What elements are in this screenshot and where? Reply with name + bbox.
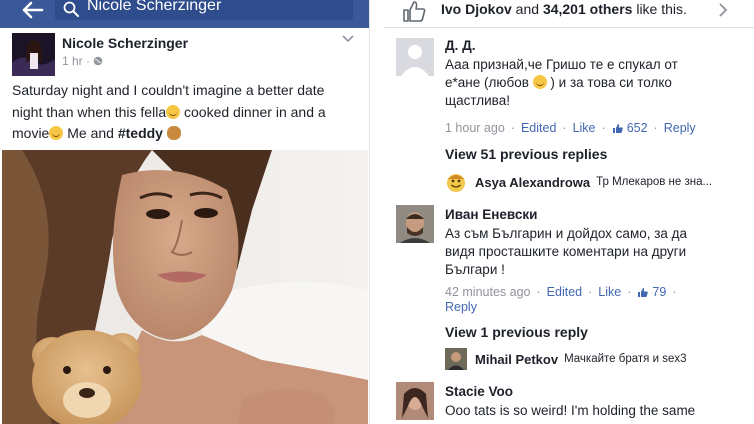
back-arrow-icon[interactable] bbox=[16, 1, 46, 23]
bear-emoji-icon bbox=[166, 126, 181, 140]
like-button[interactable]: Like bbox=[598, 285, 621, 299]
comment-text: Ааа признай,че Гришо те е спукал от е*ан… bbox=[445, 57, 678, 108]
comment-time: 1 hour ago bbox=[445, 121, 505, 135]
likes-summary[interactable]: Ivo Djokov and 34,201 others like this. bbox=[384, 0, 754, 28]
reply-text: Тр Млекаров не зна... bbox=[596, 176, 713, 188]
top-navigation-bar: Nicole Scherzinger bbox=[0, 0, 369, 28]
post-text-line: movie Me and #teddy bbox=[12, 123, 360, 145]
reply-author[interactable]: Asya Alexandrowa bbox=[475, 175, 590, 190]
comment-text: Ooo tats is so weird! I'm holding the sa… bbox=[445, 403, 696, 418]
reply-text: Мачкайте братя и sex3 bbox=[564, 353, 687, 365]
view-previous-replies[interactable]: View 1 previous reply bbox=[445, 324, 588, 340]
like-count[interactable]: 652 bbox=[627, 121, 648, 135]
like-thumb-icon bbox=[403, 1, 426, 22]
globe-icon bbox=[93, 56, 103, 66]
search-icon bbox=[63, 1, 79, 17]
avatar[interactable] bbox=[12, 33, 55, 76]
reply-author[interactable]: Mihail Petkov bbox=[475, 352, 558, 367]
post-author-name[interactable]: Nicole Scherzinger bbox=[62, 35, 188, 51]
post-body: Saturday night and I couldn't imagine a … bbox=[12, 80, 360, 145]
comment-actions: Reply bbox=[445, 300, 477, 314]
edited-link[interactable]: Edited bbox=[521, 121, 556, 135]
comment-actions: 42 minutes ago · Edited · Like · 79 · bbox=[445, 285, 677, 299]
comments-panel: Ivo Djokov and 34,201 others like this. … bbox=[384, 0, 754, 424]
hashtag-link[interactable]: #teddy bbox=[118, 125, 163, 141]
comment-actions: 1 hour ago · Edited · Like · 652 · Reply bbox=[445, 121, 696, 135]
like-button[interactable]: Like bbox=[573, 121, 596, 135]
post-photo[interactable] bbox=[2, 150, 368, 424]
search-input[interactable]: Nicole Scherzinger bbox=[55, 0, 353, 20]
reply-preview[interactable]: Asya Alexandrowa Тр Млекаров не зна... bbox=[445, 171, 712, 193]
comment-time: 42 minutes ago bbox=[445, 285, 531, 299]
comment-author[interactable]: Д. Д. bbox=[445, 38, 476, 53]
like-count[interactable]: 79 bbox=[652, 285, 666, 299]
smile-emoji-icon bbox=[166, 104, 181, 119]
post-text-line: Saturday night and I couldn't imagine a … bbox=[12, 82, 325, 98]
post-time: 1 hr · bbox=[62, 54, 91, 68]
like-count-icon bbox=[612, 123, 623, 133]
post-header: Nicole Scherzinger 1 hr · bbox=[0, 28, 369, 78]
smile-emoji-icon bbox=[532, 75, 547, 89]
post-timestamp: 1 hr · bbox=[62, 54, 103, 68]
edited-link[interactable]: Edited bbox=[547, 285, 582, 299]
chevron-right-icon[interactable] bbox=[718, 3, 728, 17]
reply-button[interactable]: Reply bbox=[664, 121, 696, 135]
avatar[interactable] bbox=[396, 38, 434, 76]
avatar bbox=[445, 348, 467, 370]
avatar[interactable] bbox=[396, 205, 434, 243]
smile-emoji-icon bbox=[49, 126, 64, 140]
reply-button[interactable]: Reply bbox=[445, 300, 477, 314]
comment-author[interactable]: Stacie Voo bbox=[445, 384, 513, 399]
avatar[interactable] bbox=[396, 382, 434, 420]
comment-author[interactable]: Иван Еневски bbox=[445, 207, 537, 222]
like-count-icon bbox=[638, 287, 649, 297]
avatar bbox=[445, 171, 467, 193]
chevron-down-icon[interactable] bbox=[342, 34, 354, 44]
post-text-line: night than when this fella cooked dinner… bbox=[12, 103, 326, 120]
post-panel: Nicole Scherzinger Nicole Scherzinger 1 … bbox=[0, 0, 370, 424]
likes-text: Ivo Djokov and 34,201 others like this. bbox=[441, 1, 687, 17]
reply-preview[interactable]: Mihail Petkov Мачкайте братя и sex3 bbox=[445, 348, 686, 370]
search-query: Nicole Scherzinger bbox=[87, 0, 222, 14]
comment-text: Аз съм Българин и дойдох само, за да вид… bbox=[445, 226, 688, 277]
view-previous-replies[interactable]: View 51 previous replies bbox=[445, 146, 607, 162]
